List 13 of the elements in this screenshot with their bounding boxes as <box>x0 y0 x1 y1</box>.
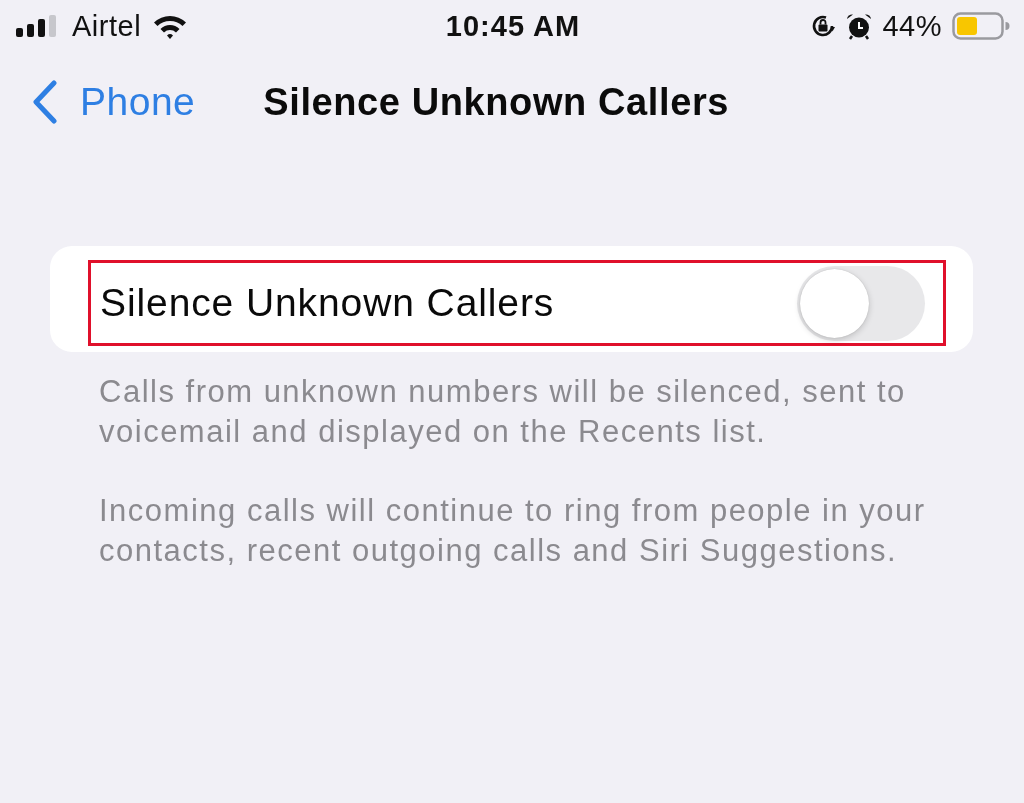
rotation-lock-icon <box>810 13 837 39</box>
status-time: 10:45 AM <box>445 9 581 43</box>
back-chevron-icon <box>32 80 58 124</box>
footer-note: Incoming calls will continue to ring from people in your contacts, recent outgoing calls and Siri Suggestions. <box>99 492 927 570</box>
battery-percentage: 44% <box>882 9 942 43</box>
battery-icon <box>952 12 1010 40</box>
wifi-icon <box>153 13 188 39</box>
carrier-name: Airtel <box>72 9 142 43</box>
alarm-clock-icon <box>846 12 873 40</box>
setting-label: Silence Unknown Callers <box>100 281 555 325</box>
footer-note: Calls from unknown numbers will be silenced, sent to voicemail and displayed on the Recents list. <box>99 373 907 451</box>
back-link[interactable]: Phone <box>32 80 196 124</box>
page-title: Silence Unknown Callers <box>263 80 729 124</box>
